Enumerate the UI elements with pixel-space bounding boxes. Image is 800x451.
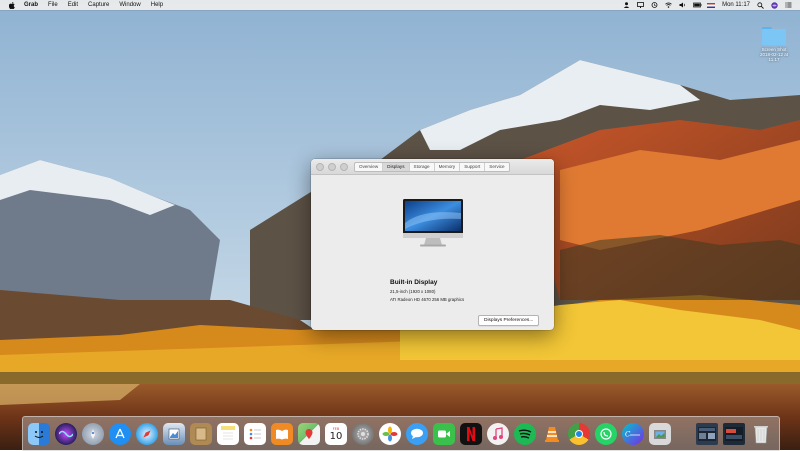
apple-menu-icon[interactable] xyxy=(8,1,16,9)
preview-icon[interactable] xyxy=(163,423,185,445)
battery-icon[interactable] xyxy=(693,2,702,8)
calendar-icon[interactable]: FEB 10 xyxy=(325,423,347,445)
tab-storage[interactable]: Storage xyxy=(410,163,435,171)
about-tabs: Overview Displays Storage Memory Support… xyxy=(354,162,510,172)
notes-icon[interactable] xyxy=(217,423,239,445)
display-name: Built-in Display xyxy=(390,279,438,286)
finder-icon[interactable] xyxy=(28,423,50,445)
menu-help[interactable]: Help xyxy=(151,0,163,10)
tab-displays[interactable]: Displays xyxy=(383,163,410,171)
svg-text:C: C xyxy=(625,431,631,439)
spotify-icon[interactable] xyxy=(514,423,536,445)
downloads-stack-icon[interactable] xyxy=(723,423,745,445)
dock: FEB 10 C xyxy=(22,416,780,451)
canva-icon[interactable]: C xyxy=(622,423,644,445)
menubar-clock[interactable]: Mon 11:17 xyxy=(722,0,750,10)
launchpad-icon[interactable] xyxy=(82,423,104,445)
menu-capture[interactable]: Capture xyxy=(88,0,109,10)
folder-icon xyxy=(762,27,786,45)
menu-edit[interactable]: Edit xyxy=(68,0,78,10)
user-status-icon[interactable] xyxy=(623,2,630,8)
ibooks-icon[interactable] xyxy=(271,423,293,445)
itunes-icon[interactable] xyxy=(487,423,509,445)
displays-preferences-button[interactable]: Displays Preferences... xyxy=(478,315,540,326)
display-graphics: ATI Radeon HD 4670 256 MB graphics xyxy=(390,297,465,302)
window-titlebar[interactable]: Overview Displays Storage Memory Support… xyxy=(311,159,554,175)
facetime-icon[interactable] xyxy=(433,423,455,445)
notefile-icon[interactable] xyxy=(190,423,212,445)
photos-icon[interactable] xyxy=(379,423,401,445)
chrome-icon[interactable] xyxy=(568,423,590,445)
display-resolution: 21,5-inch (1920 x 1080) xyxy=(390,289,436,294)
wifi-icon[interactable] xyxy=(665,2,672,8)
tab-memory[interactable]: Memory xyxy=(435,163,461,171)
tab-service[interactable]: Service xyxy=(485,163,508,171)
calendar-day: 10 xyxy=(329,430,343,442)
netflix-icon[interactable] xyxy=(460,423,482,445)
close-button[interactable] xyxy=(316,163,324,171)
notification-center-icon[interactable] xyxy=(785,2,792,8)
safari-icon[interactable] xyxy=(136,423,158,445)
system-preferences-icon[interactable] xyxy=(352,423,374,445)
image-capture-icon[interactable] xyxy=(649,423,671,445)
menu-file[interactable]: File xyxy=(48,0,58,10)
menu-window[interactable]: Window xyxy=(119,0,140,10)
imac-display-icon xyxy=(402,199,464,247)
displays-pane: Built-in Display 21,5-inch (1920 x 1080)… xyxy=(311,175,554,330)
status-area: Mon 11:17 xyxy=(623,0,800,10)
tab-support[interactable]: Support xyxy=(460,163,486,171)
siri-icon[interactable] xyxy=(55,423,77,445)
minimize-button[interactable] xyxy=(328,163,336,171)
window-controls xyxy=(316,163,348,171)
menu-app-name[interactable]: Grab xyxy=(24,0,38,10)
reminders-icon[interactable] xyxy=(244,423,266,445)
time-machine-icon[interactable] xyxy=(651,2,658,8)
monitor-icon[interactable] xyxy=(637,2,644,8)
whatsapp-icon[interactable] xyxy=(595,423,617,445)
trash-icon[interactable] xyxy=(750,423,772,445)
input-source-flag-icon[interactable] xyxy=(707,2,716,8)
about-this-mac-window: Overview Displays Storage Memory Support… xyxy=(311,159,554,330)
tab-overview[interactable]: Overview xyxy=(355,163,384,171)
desktop-folder[interactable]: Screen Shot 2018-02-12 at 11.17 xyxy=(756,27,792,62)
app-store-icon[interactable] xyxy=(109,423,131,445)
siri-menubar-icon[interactable] xyxy=(771,2,778,9)
spotlight-icon[interactable] xyxy=(757,2,764,9)
desktop-stack-icon[interactable] xyxy=(696,423,718,445)
messages-icon[interactable] xyxy=(406,423,428,445)
volume-icon[interactable] xyxy=(679,2,686,8)
maps-icon[interactable] xyxy=(298,423,320,445)
zoom-button[interactable] xyxy=(340,163,348,171)
desktop-folder-label: Screen Shot 2018-02-12 at 11.17 xyxy=(759,47,789,62)
menu-bar: Grab File Edit Capture Window Help Mon 1… xyxy=(0,0,800,10)
vlc-icon[interactable] xyxy=(541,423,563,445)
